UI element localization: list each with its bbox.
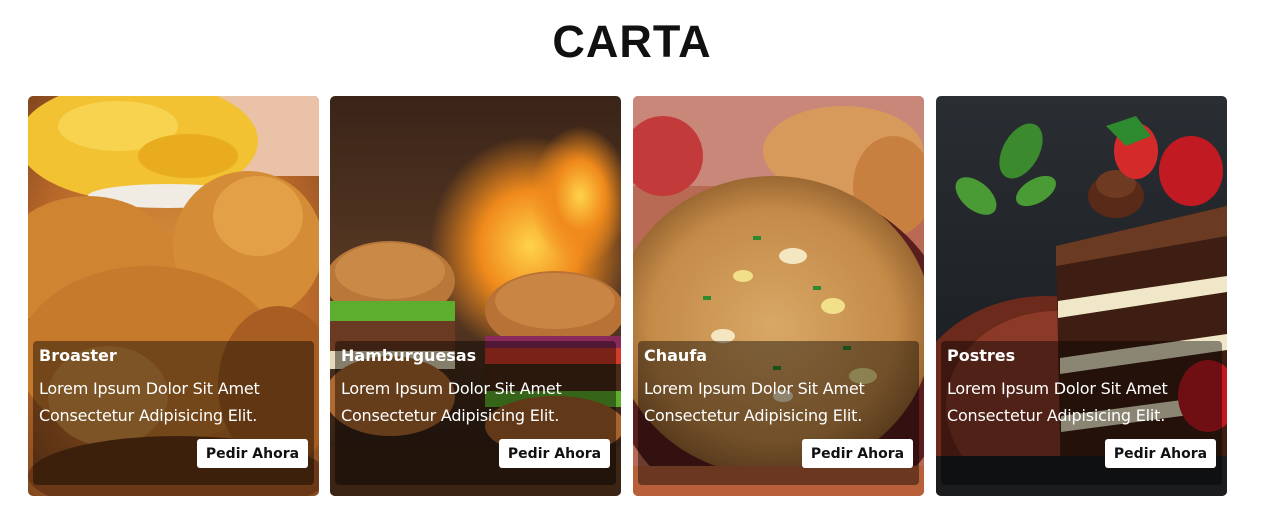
card-title: Hamburguesas — [341, 346, 477, 365]
card-title: Chaufa — [644, 346, 708, 365]
menu-section: CARTA Broaster Lorem Ipsum Dolor Sit Ame… — [0, 0, 1264, 531]
order-button-chaufa[interactable]: Pedir Ahora — [802, 439, 913, 468]
section-title: CARTA — [552, 16, 712, 67]
order-button-broaster[interactable]: Pedir Ahora — [197, 439, 308, 468]
menu-card-broaster: Broaster Lorem Ipsum Dolor Sit Amet Cons… — [28, 96, 319, 496]
card-description: Lorem Ipsum Dolor Sit Amet Consectetur A… — [644, 379, 865, 425]
card-description: Lorem Ipsum Dolor Sit Amet Consectetur A… — [947, 379, 1168, 425]
order-button-postres[interactable]: Pedir Ahora — [1105, 439, 1216, 468]
card-title: Broaster — [39, 346, 117, 365]
menu-card-hamburguesas: Hamburguesas Lorem Ipsum Dolor Sit Amet … — [330, 96, 621, 496]
card-description: Lorem Ipsum Dolor Sit Amet Consectetur A… — [39, 379, 260, 425]
menu-card-chaufa: Chaufa Lorem Ipsum Dolor Sit Amet Consec… — [633, 96, 924, 496]
order-button-hamburguesas[interactable]: Pedir Ahora — [499, 439, 610, 468]
card-description: Lorem Ipsum Dolor Sit Amet Consectetur A… — [341, 379, 562, 425]
card-title: Postres — [947, 346, 1016, 365]
menu-card-postres: Postres Lorem Ipsum Dolor Sit Amet Conse… — [936, 96, 1227, 496]
